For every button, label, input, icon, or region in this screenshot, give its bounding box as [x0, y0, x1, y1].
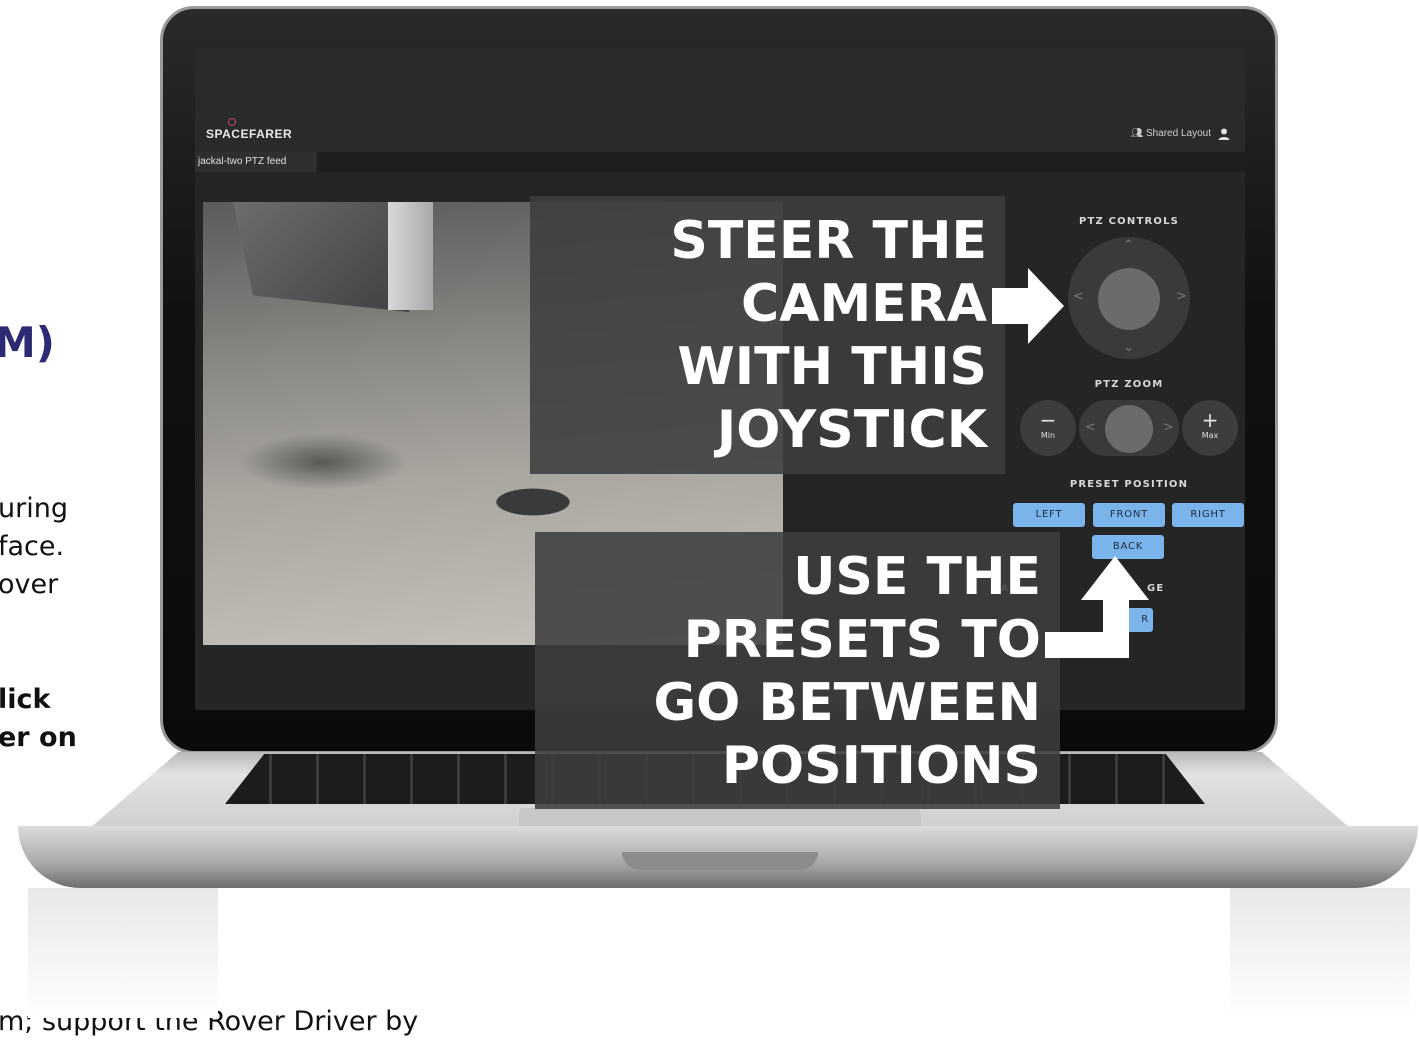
- app-header: SPACEFARER 👥︎ Shared Layout: [195, 48, 1245, 152]
- group-icon: 👥︎: [1130, 128, 1144, 139]
- steer-callout-line-2: CAMERA: [741, 274, 987, 334]
- preset-left-button[interactable]: LEFT: [1013, 503, 1085, 527]
- zoom-min-label: Min: [1040, 431, 1056, 440]
- bold-line-1: lick: [0, 684, 51, 715]
- zoom-min-button[interactable]: − Min: [1020, 400, 1076, 456]
- plus-icon: +: [1201, 408, 1219, 432]
- steer-callout-line-1: STEER THE: [670, 211, 987, 271]
- chevron-up-icon: ⌃: [1123, 238, 1134, 253]
- zoom-slider-knob[interactable]: [1105, 405, 1153, 453]
- shared-layout-label: Shared Layout: [1145, 128, 1211, 139]
- user-icon[interactable]: [1217, 127, 1231, 141]
- ptz-controls-title: PTZ CONTROLS: [1078, 216, 1180, 227]
- tab-ptz-feed[interactable]: jackal-two PTZ feed: [195, 152, 317, 172]
- hidden-section-title-end: GE: [1147, 583, 1165, 594]
- reflection-left: [28, 888, 218, 1018]
- brand-logo[interactable]: SPACEFARER: [206, 127, 292, 141]
- chevron-right-icon: >: [1163, 420, 1174, 435]
- body-line-2: face.: [0, 531, 65, 562]
- logo-mark-icon: [228, 118, 236, 126]
- preset-right-button[interactable]: RIGHT: [1172, 503, 1244, 527]
- zoom-max-button[interactable]: + Max: [1182, 400, 1238, 456]
- arrow-up-bent-icon: [1045, 556, 1149, 658]
- presets-callout-line-4: POSITIONS: [721, 736, 1041, 796]
- chevron-left-icon: <: [1073, 289, 1084, 304]
- arrow-right-icon: [992, 268, 1064, 344]
- chevron-down-icon: ⌄: [1123, 340, 1134, 355]
- tab-bar: jackal-two PTZ feed: [195, 152, 1245, 172]
- steer-callout-line-3: WITH THIS: [677, 337, 987, 397]
- heading-fragment: M): [0, 318, 55, 367]
- body-line-1: uring: [0, 493, 68, 524]
- steer-callout-line-4: JOYSTICK: [716, 400, 987, 460]
- minus-icon: −: [1039, 408, 1057, 432]
- feed-rock-highlight: [388, 202, 433, 310]
- chevron-left-icon: <: [1085, 420, 1096, 435]
- chevron-right-icon: >: [1176, 289, 1187, 304]
- shared-layout-button[interactable]: 👥︎ Shared Layout: [1130, 128, 1211, 139]
- presets-callout-line-1: USE THE: [793, 547, 1041, 607]
- body-line-3: over: [0, 569, 59, 600]
- zoom-max-label: Max: [1201, 431, 1219, 440]
- preset-front-button[interactable]: FRONT: [1093, 503, 1165, 527]
- ptz-zoom-title: PTZ ZOOM: [1094, 379, 1164, 390]
- reflection-right: [1230, 888, 1410, 1018]
- bold-line-2: er on: [0, 722, 77, 753]
- preset-position-title: PRESET POSITION: [1069, 479, 1189, 490]
- presets-callout-line-3: GO BETWEEN: [653, 673, 1041, 733]
- ptz-joystick-knob[interactable]: [1098, 268, 1160, 330]
- laptop-notch: [622, 852, 818, 870]
- presets-callout-line-2: PRESETS TO: [683, 610, 1041, 670]
